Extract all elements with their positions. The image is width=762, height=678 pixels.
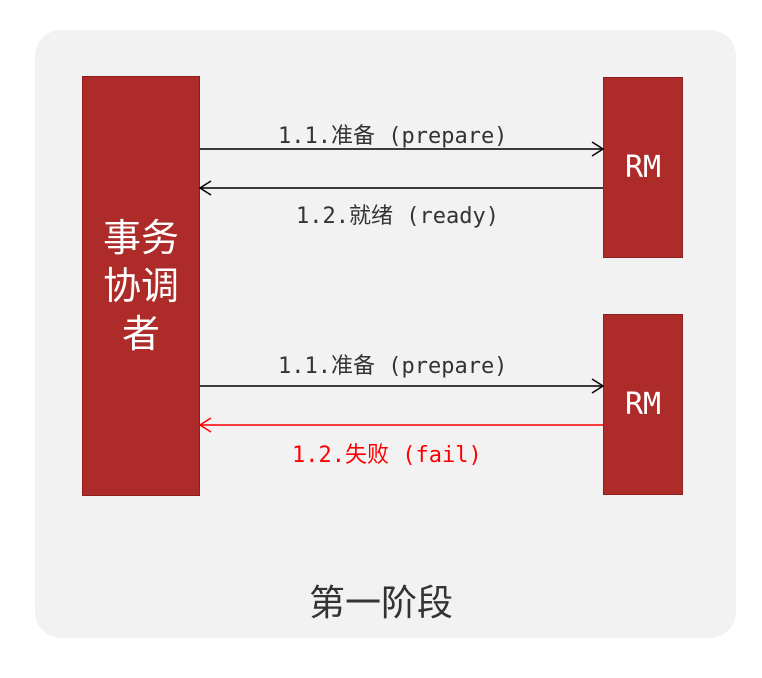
arrow-ready-1 (198, 180, 603, 196)
arrow-prepare-2 (200, 378, 605, 394)
phase-caption: 第一阶段 (308, 583, 453, 624)
message-label-prepare-1: 1.1.准备 (prepare) (278, 124, 508, 149)
message-label-ready-1: 1.2.就绪 (ready) (296, 204, 499, 229)
message-label-fail-2: 1.2.失败 (fail) (292, 443, 482, 468)
arrow-fail-2 (198, 417, 603, 433)
message-label-prepare-2: 1.1.准备 (prepare) (278, 354, 508, 379)
